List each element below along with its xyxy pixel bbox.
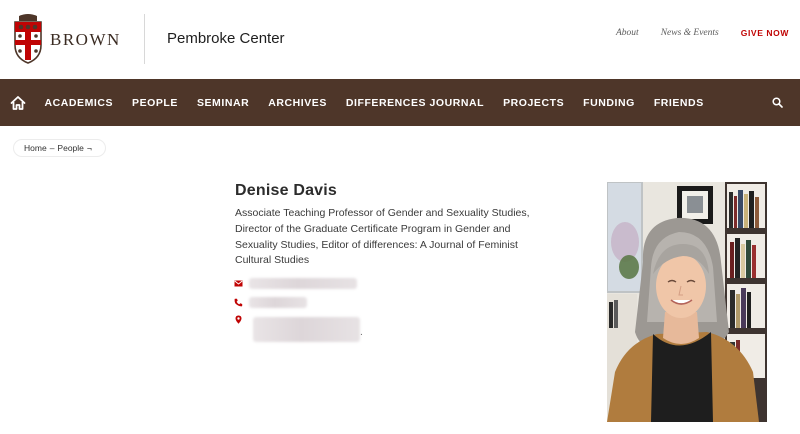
phone-row [234,297,307,308]
phone-icon [234,298,243,307]
phone-value-redacted[interactable] [249,297,307,308]
address-trailing-period: . [360,327,363,338]
utility-nav: About News & Events GIVE NOW [594,28,789,38]
address-row: . [234,314,363,342]
email-value-redacted[interactable] [249,278,357,289]
breadcrumb-current[interactable]: People [57,143,83,153]
main-nav-bar: ACADEMICS PEOPLE SEMINAR ARCHIVES DIFFER… [0,79,800,126]
brown-wordmark: BROWN [50,30,121,49]
breadcrumb-home-link[interactable]: Home [24,143,47,153]
location-pin-icon [234,315,243,324]
search-icon[interactable] [772,97,783,108]
nav-item-differences-journal[interactable]: DIFFERENCES JOURNAL [336,97,493,109]
breadcrumb-separator: – [49,143,55,153]
site-title-link[interactable]: Pembroke Center [167,30,285,47]
breadcrumb: Home – People ¬ [13,139,106,157]
nav-item-archives[interactable]: ARCHIVES [259,97,337,109]
nav-item-seminar[interactable]: SEMINAR [187,97,258,109]
nav-item-friends[interactable]: FRIENDS [644,97,713,109]
profile-title: Associate Teaching Professor of Gender a… [235,207,530,267]
breadcrumb-current-marker: ¬ [86,143,92,153]
site-header: BROWN Pembroke Center About News & Event… [0,0,800,79]
nav-item-funding[interactable]: FUNDING [574,97,645,109]
nav-item-projects[interactable]: PROJECTS [494,97,574,109]
nav-item-academics[interactable]: ACADEMICS [35,97,123,109]
nav-items: ACADEMICS PEOPLE SEMINAR ARCHIVES DIFFER… [35,97,713,109]
address-value-redacted [253,317,360,342]
brown-shield-icon [14,14,42,64]
news-events-link[interactable]: News & Events [661,28,719,38]
envelope-icon [234,279,243,288]
profile-name: Denise Davis [235,182,338,199]
give-now-link[interactable]: GIVE NOW [741,28,789,38]
nav-item-people[interactable]: PEOPLE [123,97,188,109]
header-divider [144,14,145,64]
about-link[interactable]: About [616,28,639,38]
home-icon[interactable] [10,95,26,111]
profile-photo [607,182,767,422]
email-row [234,278,357,289]
brown-logo[interactable]: BROWN [12,13,121,65]
